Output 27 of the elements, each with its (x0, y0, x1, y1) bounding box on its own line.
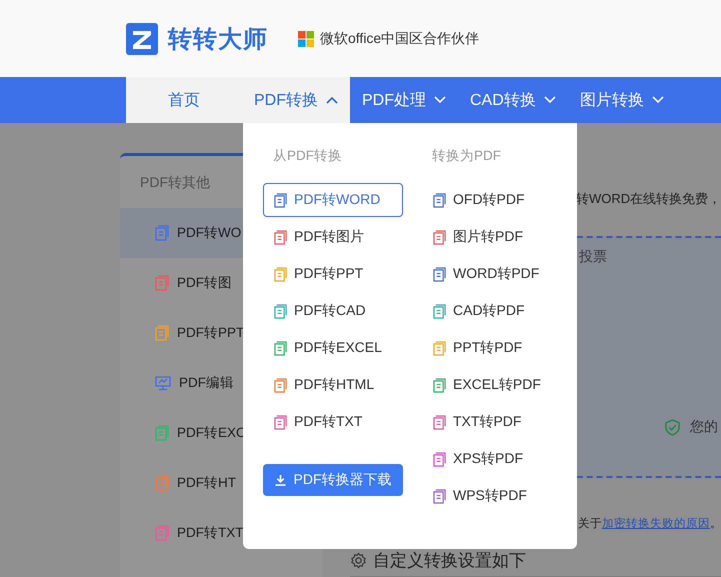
download-button[interactable]: PDF转换器下载 (263, 464, 403, 496)
nav-tab[interactable]: 首页 (126, 77, 242, 123)
chevron-icon (326, 96, 338, 104)
notice-text: 关于加密转换失败的原因。 (578, 516, 721, 531)
upload-hint: 投票 (579, 248, 607, 266)
intro-text: 转WORD在线转换免费， (576, 190, 721, 208)
logo-icon (126, 22, 158, 54)
menu-item[interactable]: PDF转WORD (263, 183, 403, 217)
nav-tab[interactable]: PDF转换 (242, 77, 350, 123)
nav-tab[interactable]: CAD转换 (458, 77, 568, 123)
nav-tab[interactable]: 图片转换 (568, 77, 676, 123)
chevron-icon (652, 96, 664, 104)
security-note: 您的 (690, 418, 718, 436)
chevron-icon (434, 96, 446, 104)
settings-icon (350, 552, 367, 569)
column-heading: 从PDF转换 (272, 147, 343, 165)
nav-tab[interactable]: PDF处理 (350, 77, 458, 123)
brand-name: 转转大师 (168, 24, 268, 54)
download-icon (274, 474, 286, 486)
shield-icon (665, 418, 680, 436)
windows-logo-icon (298, 30, 314, 46)
partner-text: 微软office中国区合作伙伴 (320, 30, 480, 48)
chevron-icon (544, 96, 556, 104)
sidebar-item[interactable]: PDF转TXT (120, 508, 323, 558)
column-heading: 转换为PDF (431, 147, 502, 165)
settings-heading: 自定义转换设置如下 (373, 550, 526, 572)
sidebar-heading: PDF转其他 (140, 173, 210, 192)
